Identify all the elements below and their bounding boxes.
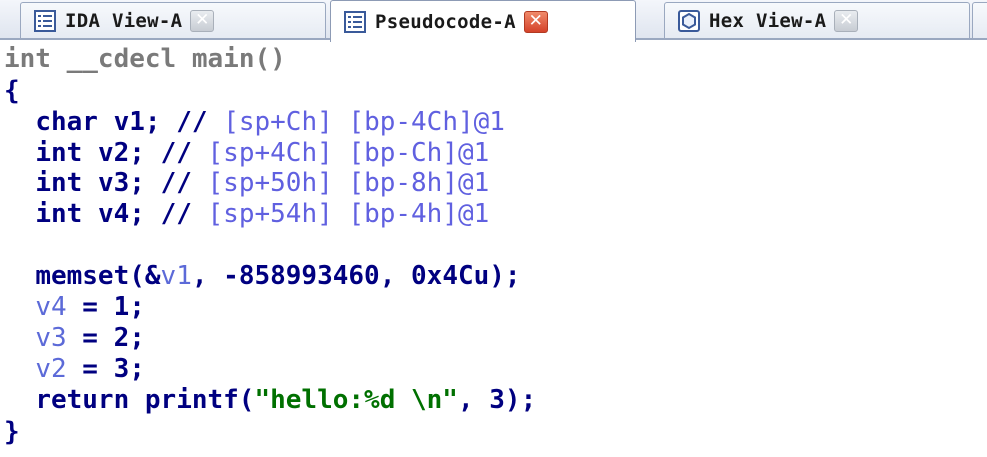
decl-name[interactable]: v4;: [98, 199, 145, 229]
close-icon[interactable]: ✕: [190, 9, 215, 32]
tab-hex-view-a[interactable]: Hex View-A ✕: [664, 2, 970, 38]
tab-label: Pseudocode-A: [375, 10, 516, 33]
code-line-decl[interactable]: int v3; // [sp+50h] [bp-8h]@1: [4, 168, 489, 198]
assign-value: = 3;: [66, 354, 145, 384]
memset-call[interactable]: memset(&: [35, 261, 160, 291]
decl-name[interactable]: v2;: [98, 138, 145, 168]
open-brace: {: [4, 76, 20, 106]
code-line-memset[interactable]: memset(&v1, -858993460, 0x4Cu);: [4, 261, 521, 291]
code-line-open-brace[interactable]: {: [4, 76, 20, 106]
code-line-assign[interactable]: v4 = 1;: [4, 292, 145, 322]
pseudocode-view[interactable]: int __cdecl main() { char v1; // [sp+Ch]…: [0, 42, 987, 457]
code-line-assign[interactable]: v3 = 2;: [4, 323, 145, 353]
assign-value: = 2;: [66, 323, 145, 353]
code-line-decl[interactable]: int v2; // [sp+4Ch] [bp-Ch]@1: [4, 138, 489, 168]
decl-type: int: [35, 199, 83, 229]
decl-name[interactable]: v1;: [114, 107, 161, 137]
function-name[interactable]: main(): [192, 44, 286, 74]
hex-view-icon: [677, 9, 701, 33]
tab-label: IDA View-A: [65, 9, 183, 32]
tab-pseudocode-a[interactable]: Pseudocode-A ✕: [330, 0, 636, 42]
return-keyword: return: [35, 385, 130, 415]
string-literal[interactable]: "hello:%d \n": [254, 385, 458, 415]
comment-marker: //: [160, 138, 192, 168]
close-icon[interactable]: ✕: [523, 10, 548, 33]
return-type: int: [4, 44, 51, 74]
code-line-decl[interactable]: char v1; // [sp+Ch] [bp-4Ch]@1: [4, 107, 505, 137]
decl-type: char: [35, 107, 98, 137]
local-var[interactable]: v2: [35, 354, 66, 384]
printf-call[interactable]: printf(: [145, 385, 255, 415]
code-line-signature[interactable]: int __cdecl main(): [4, 44, 286, 74]
comment-marker: //: [160, 168, 192, 198]
decl-type: int: [35, 168, 83, 198]
local-var[interactable]: v3: [35, 323, 66, 353]
disassembly-view-icon: [33, 9, 57, 33]
local-var[interactable]: v4: [35, 292, 66, 322]
code-line-assign[interactable]: v2 = 3;: [4, 354, 145, 384]
memset-args: , -858993460, 0x4Cu);: [191, 261, 521, 291]
stack-location-comment: [sp+50h] [bp-8h]@1: [207, 168, 490, 198]
comment-marker: //: [160, 199, 192, 229]
stack-location-comment: [sp+4Ch] [bp-Ch]@1: [207, 138, 490, 168]
stack-location-comment: [sp+Ch] [bp-4Ch]@1: [223, 107, 505, 137]
ida-window: IDA View-A ✕ Pseudocode-A ✕ Hex View-A ✕…: [0, 0, 987, 457]
tab-bar: IDA View-A ✕ Pseudocode-A ✕ Hex View-A ✕: [0, 0, 987, 42]
assign-value: = 1;: [66, 292, 145, 322]
tab-overflow-edge: [972, 2, 987, 38]
code-line-close-brace[interactable]: }: [4, 417, 20, 447]
printf-args: , 3);: [457, 385, 537, 415]
close-brace: }: [4, 417, 20, 447]
tab-ida-view-a[interactable]: IDA View-A ✕: [20, 2, 326, 38]
decl-name[interactable]: v3;: [98, 168, 145, 198]
stack-location-comment: [sp+54h] [bp-4h]@1: [207, 199, 490, 229]
close-icon[interactable]: ✕: [834, 9, 859, 32]
code-line-decl[interactable]: int v4; // [sp+54h] [bp-4h]@1: [4, 199, 489, 229]
local-var[interactable]: v1: [161, 261, 192, 291]
decl-type: int: [35, 138, 83, 168]
code-line-return[interactable]: return printf("hello:%d \n", 3);: [4, 385, 536, 415]
calling-convention: __cdecl: [66, 44, 177, 74]
comment-marker: //: [176, 107, 208, 137]
pseudocode-view-icon: [343, 10, 367, 34]
tab-label: Hex View-A: [709, 9, 827, 32]
